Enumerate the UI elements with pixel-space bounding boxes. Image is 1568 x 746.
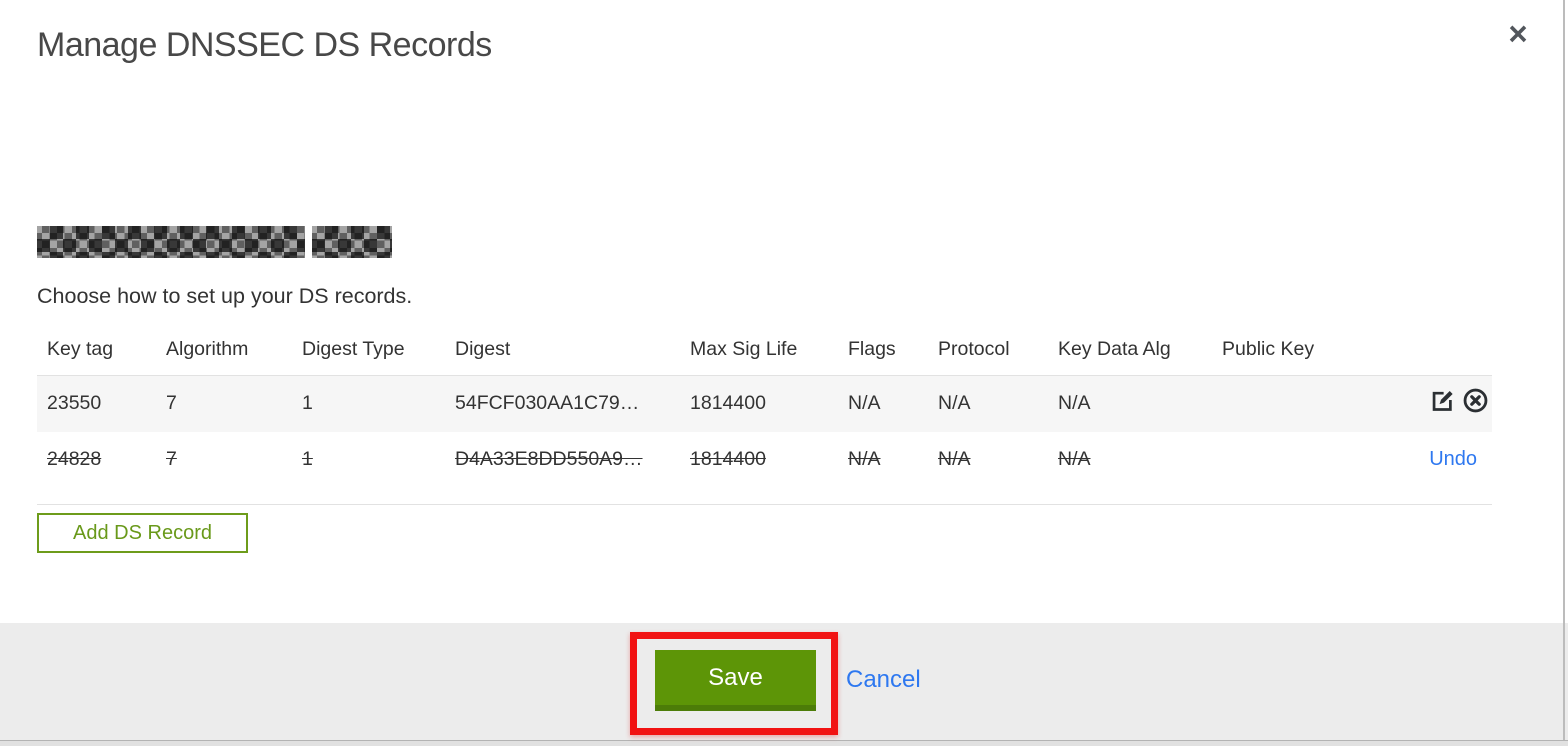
redacted-domain-segment xyxy=(37,226,305,258)
table-row-active: 23550 7 1 54FCF030AA1C79… 1814400 N/A N/… xyxy=(37,375,1492,432)
column-header-protocol: Protocol xyxy=(938,338,1010,360)
cell-max-sig-life: 1814400 xyxy=(690,392,766,415)
cell-algorithm: 7 xyxy=(166,448,177,470)
modal-footer: Save Cancel xyxy=(0,623,1568,740)
instruction-text: Choose how to set up your DS records. xyxy=(37,284,413,308)
redacted-domain-name xyxy=(37,226,392,258)
table-header-row: Key tag Algorithm Digest Type Digest Max… xyxy=(37,330,1492,376)
cell-algorithm: 7 xyxy=(166,392,177,415)
cell-protocol: N/A xyxy=(938,392,971,415)
cell-max-sig-life: 1814400 xyxy=(690,448,766,470)
cell-digest-type: 1 xyxy=(302,392,313,415)
page-title: Manage DNSSEC DS Records xyxy=(37,26,492,64)
column-header-key-tag: Key tag xyxy=(47,338,114,360)
column-header-digest-type: Digest Type xyxy=(302,338,405,360)
column-header-max-sig-life: Max Sig Life xyxy=(690,338,798,360)
cell-key-data-alg: N/A xyxy=(1058,392,1091,415)
cell-key-tag: 24828 xyxy=(47,448,102,470)
cell-key-data-alg: N/A xyxy=(1058,448,1091,470)
column-header-public-key: Public Key xyxy=(1222,338,1315,360)
column-header-algorithm: Algorithm xyxy=(166,338,249,360)
column-header-flags: Flags xyxy=(848,338,896,360)
ds-records-table: Key tag Algorithm Digest Type Digest Max… xyxy=(37,330,1492,553)
save-button[interactable]: Save xyxy=(655,650,816,711)
cell-protocol: N/A xyxy=(938,448,971,470)
cell-digest-type: 1 xyxy=(302,448,313,470)
column-header-actions xyxy=(1362,330,1492,376)
window-right-border xyxy=(1563,0,1565,740)
cell-digest: D4A33E8DD550A9… xyxy=(455,448,643,470)
cancel-link[interactable]: Cancel xyxy=(846,666,921,694)
cell-key-tag: 23550 xyxy=(47,392,102,415)
table-row-deleted: 24828 7 1 D4A33E8DD550A9… 1814400 N/A N/… xyxy=(37,432,1492,488)
close-icon[interactable]: × xyxy=(1498,14,1538,54)
undo-link[interactable]: Undo xyxy=(1429,448,1477,470)
cell-digest: 54FCF030AA1C79… xyxy=(455,392,640,415)
column-header-key-data-alg: Key Data Alg xyxy=(1058,338,1171,360)
delete-icon[interactable] xyxy=(1462,387,1489,420)
redacted-domain-segment xyxy=(312,226,392,258)
table-bottom-divider xyxy=(37,503,1492,505)
edit-icon[interactable] xyxy=(1429,387,1456,420)
column-header-digest: Digest xyxy=(455,338,511,360)
add-ds-record-button[interactable]: Add DS Record xyxy=(37,512,248,553)
window-bottom-edge xyxy=(0,740,1568,746)
cell-flags: N/A xyxy=(848,392,881,415)
cell-flags: N/A xyxy=(848,448,881,470)
